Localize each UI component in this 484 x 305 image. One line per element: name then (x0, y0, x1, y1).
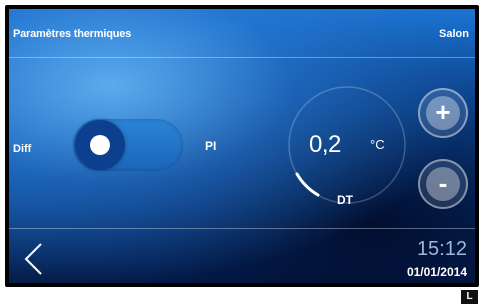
decrease-button[interactable]: - (418, 159, 468, 209)
device-frame: Paramètres thermiques Salon Diff PI 0,2 … (5, 5, 479, 287)
chevron-left-icon (24, 243, 42, 275)
page-title: Paramètres thermiques (13, 28, 132, 40)
pi-label[interactable]: PI (205, 139, 216, 153)
footer-bar: 15:12 01/01/2014 (9, 228, 475, 283)
mode-label: DT (337, 193, 353, 207)
room-label: Salon (439, 28, 469, 40)
screen: Paramètres thermiques Salon Diff PI 0,2 … (9, 9, 475, 283)
minus-icon: - (426, 167, 460, 201)
header-bar: Paramètres thermiques Salon (9, 9, 475, 58)
corner-badge: L (461, 290, 478, 304)
setpoint-value: 0,2 (309, 131, 341, 158)
back-button[interactable] (21, 242, 47, 276)
toggle-knob[interactable] (75, 120, 125, 170)
plus-icon: + (426, 96, 460, 130)
increase-button[interactable]: + (418, 88, 468, 138)
clock-date: 01/01/2014 (406, 265, 467, 279)
clock-time: 15:12 (416, 238, 467, 260)
dial-progress-arc (295, 172, 320, 197)
diff-label[interactable]: Diff (13, 143, 31, 155)
setpoint-unit: °C (370, 137, 385, 152)
diff-pi-toggle[interactable] (73, 119, 183, 171)
toggle-knob-dot (90, 135, 110, 155)
setpoint-dial (288, 86, 406, 204)
